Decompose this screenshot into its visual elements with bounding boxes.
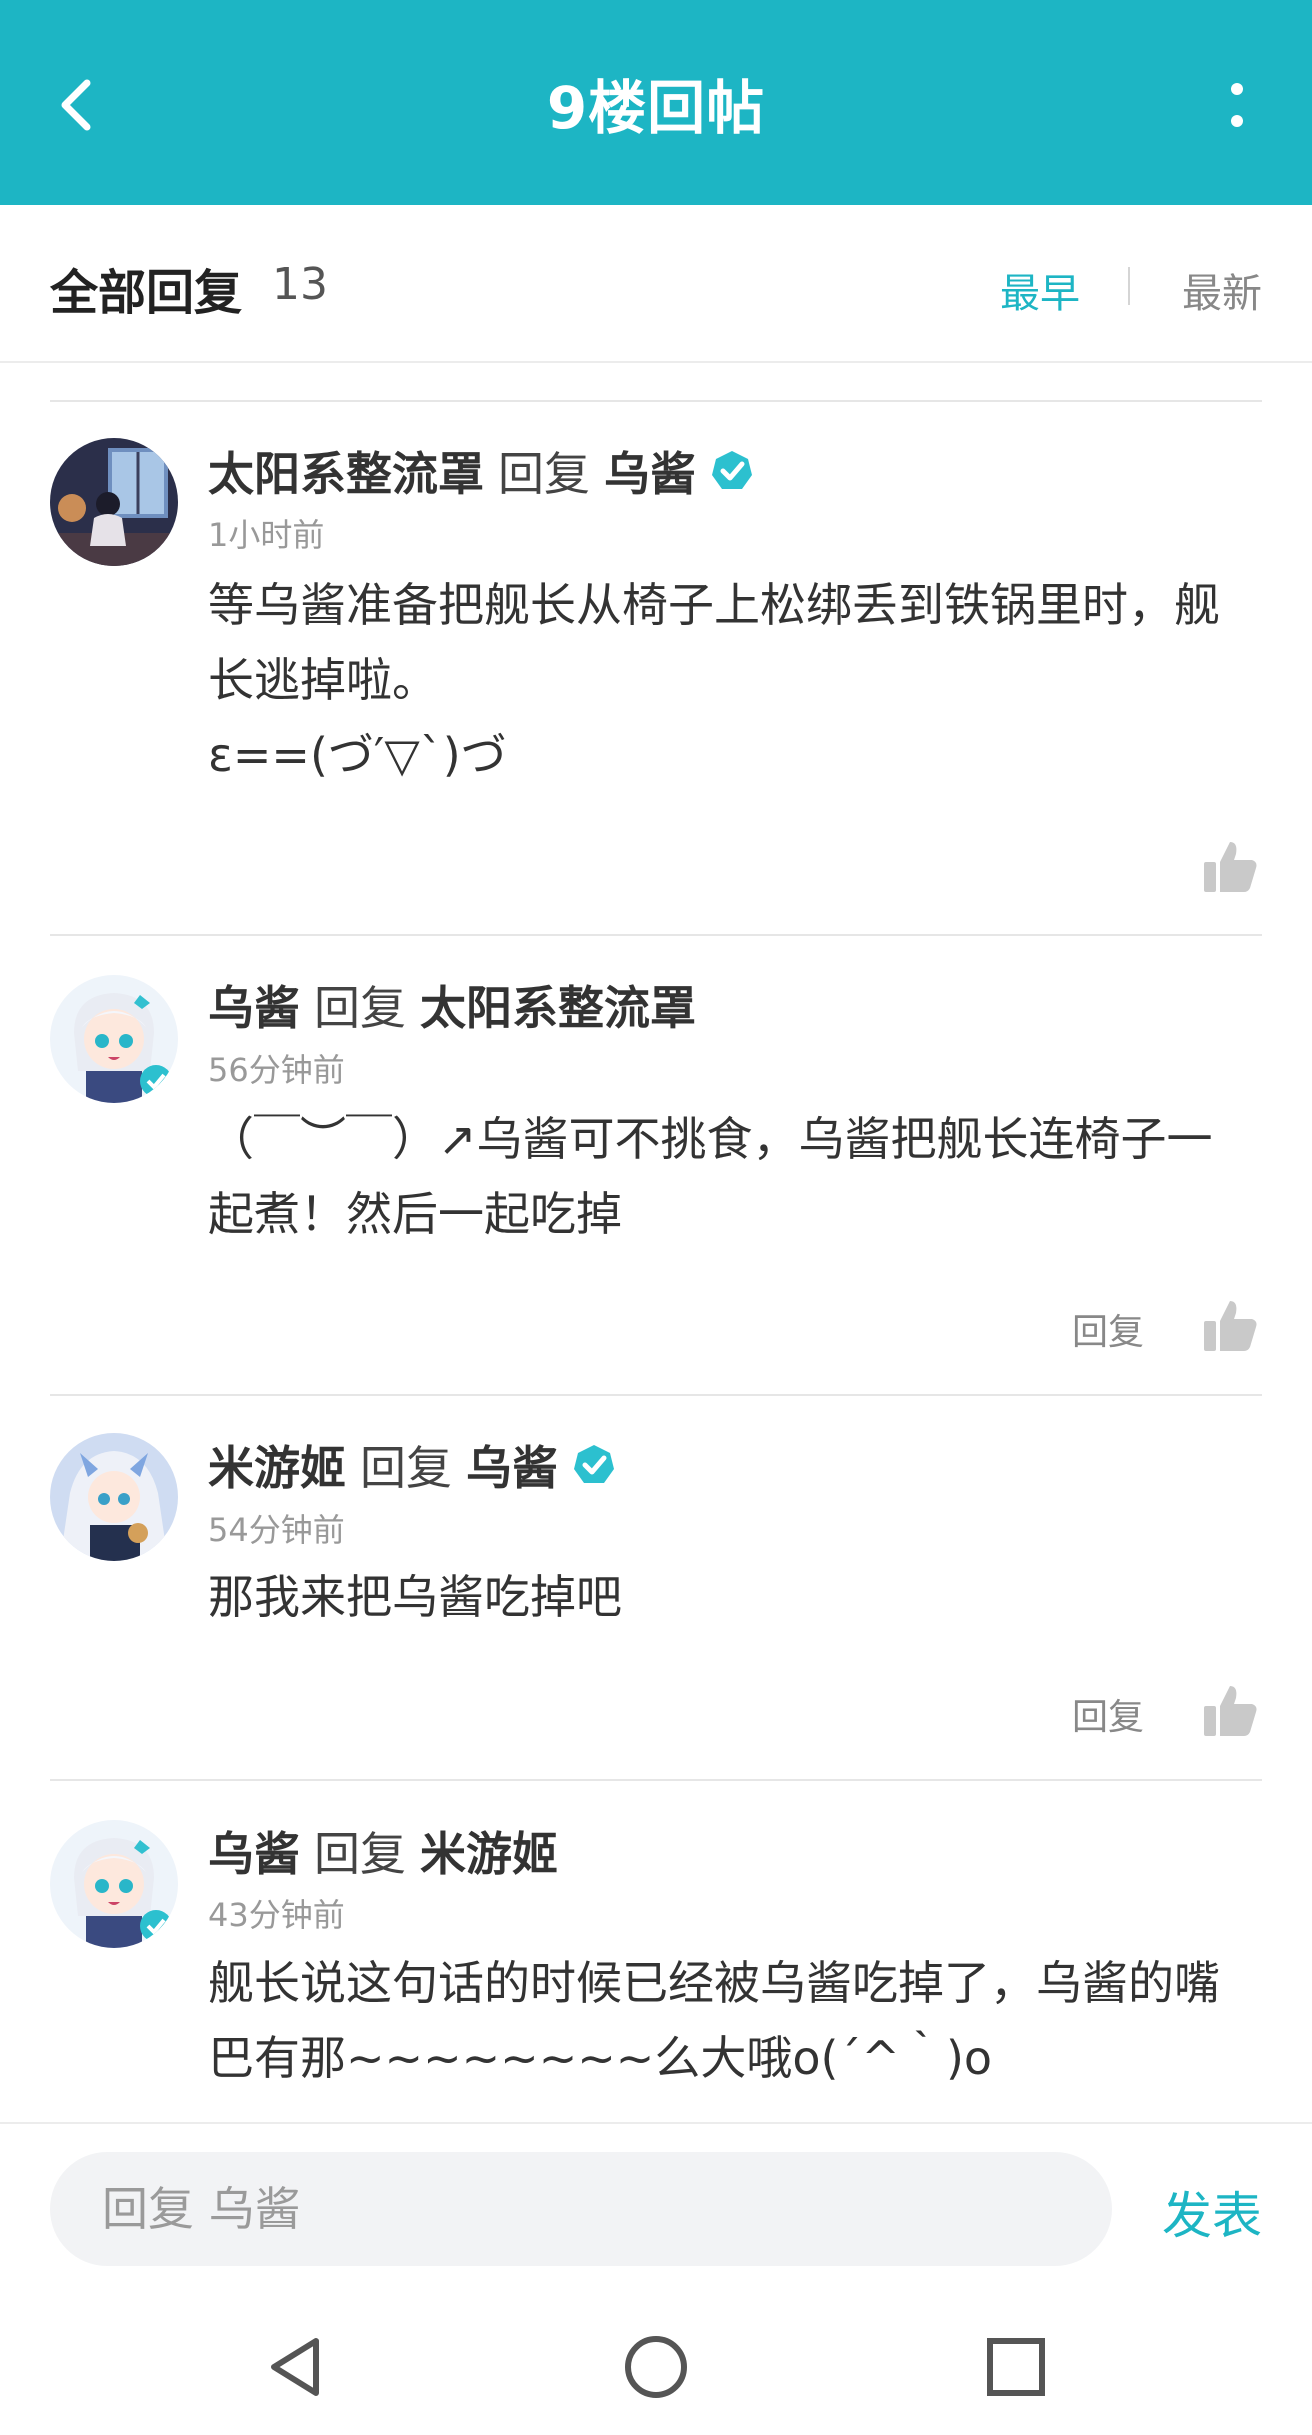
all-replies-label: 全部回复 [50, 265, 243, 321]
thumb-up-icon [1204, 842, 1257, 892]
reply-input[interactable] [50, 2152, 1112, 2266]
system-nav-bar [0, 2297, 1312, 2435]
comment-line: 等乌酱准备把舰长从椅子上松绑丢到铁锅里时，舰 [208, 578, 1220, 632]
nav-home-button[interactable] [616, 2327, 696, 2407]
reply-button[interactable]: 回复 [1072, 1688, 1144, 1740]
like-button[interactable] [1200, 1295, 1260, 1355]
sort-separator [1128, 267, 1130, 305]
comment-body: 等乌酱准备把舰长从椅子上松绑丢到铁锅里时，舰 长逃掉啦。 ε==(づ′▽`)づ [208, 568, 1248, 793]
reply-count: 13 [272, 259, 328, 310]
more-vertical-icon [1231, 83, 1243, 127]
timestamp: 56分钟前 [208, 1051, 345, 1089]
divider [50, 934, 1262, 936]
reply-header: 全部回复 13 最早 最新 [0, 205, 1312, 363]
reply-word: 回复 [314, 981, 406, 1035]
sort-earliest-tab[interactable]: 最早 [1000, 261, 1080, 319]
comment-line: 起煮！然后一起吃掉 [208, 1187, 622, 1241]
like-button[interactable] [1200, 836, 1260, 896]
username[interactable]: 米游姬 [208, 1432, 346, 1498]
reply-word: 回复 [360, 1441, 452, 1495]
app-bar: 9楼回帖 [0, 0, 1312, 205]
thumb-up-icon [1204, 1686, 1257, 1736]
comment-line: 巴有那~~~~~~~~么大哦o(´^｀)o [208, 2031, 993, 2085]
comment-line: 长逃掉啦。 [208, 653, 438, 707]
avatar[interactable] [50, 975, 178, 1103]
reply-target[interactable]: 太阳系整流罩 [420, 972, 696, 1038]
comment-line: （￣︶￣）↗乌酱可不挑食，乌酱把舰长连椅子一 [208, 1112, 1213, 1166]
back-arrow-icon [61, 79, 91, 131]
more-button[interactable] [1202, 70, 1272, 140]
comment-header: 米游姬 回复 乌酱 [208, 1432, 616, 1498]
sort-latest-tab[interactable]: 最新 [1182, 261, 1262, 319]
reply-target[interactable]: 乌酱 [466, 1432, 558, 1498]
reply-target[interactable]: 乌酱 [604, 438, 696, 504]
comment-line: 舰长说这句话的时候已经被乌酱吃掉了，乌酱的嘴 [208, 1956, 1220, 2010]
username[interactable]: 太阳系整流罩 [208, 438, 484, 504]
reply-word: 回复 [498, 447, 590, 501]
divider [50, 1779, 1262, 1781]
verified-icon [710, 449, 754, 493]
divider [50, 1394, 1262, 1396]
reply-word: 回复 [314, 1827, 406, 1881]
like-button[interactable] [1200, 1680, 1260, 1740]
back-button[interactable] [40, 70, 110, 140]
timestamp: 1小时前 [208, 516, 325, 554]
nav-back-icon [271, 2338, 319, 2396]
reply-button[interactable]: 回复 [1072, 1303, 1144, 1355]
nav-recents-icon [987, 2338, 1045, 2396]
nav-back-button[interactable] [256, 2327, 336, 2407]
send-button[interactable]: 发表 [1162, 2176, 1262, 2248]
avatar[interactable] [50, 1820, 178, 1948]
avatar[interactable] [50, 438, 178, 566]
username[interactable]: 乌酱 [208, 972, 300, 1038]
timestamp: 43分钟前 [208, 1896, 345, 1934]
thumb-up-icon [1204, 1301, 1257, 1351]
timestamp: 54分钟前 [208, 1511, 345, 1549]
username[interactable]: 乌酱 [208, 1818, 300, 1884]
comment-header: 乌酱 回复 米游姬 [208, 1818, 558, 1884]
nav-home-icon [625, 2336, 687, 2398]
reply-target[interactable]: 米游姬 [420, 1818, 558, 1884]
comment-body: 那我来把乌酱吃掉吧 [208, 1560, 1248, 1635]
avatar[interactable] [50, 1433, 178, 1561]
comment-header: 乌酱 回复 太阳系整流罩 [208, 972, 696, 1038]
comment-line: ε==(づ′▽`)づ [208, 728, 507, 782]
reply-input-bar: 发表 [0, 2122, 1312, 2297]
verified-icon [572, 1443, 616, 1487]
comment-line: 那我来把乌酱吃掉吧 [208, 1570, 622, 1624]
nav-recents-button[interactable] [976, 2327, 1056, 2407]
divider [50, 400, 1262, 402]
comment-body: （￣︶￣）↗乌酱可不挑食，乌酱把舰长连椅子一 起煮！然后一起吃掉 [208, 1102, 1248, 1252]
comment-header: 太阳系整流罩 回复 乌酱 [208, 438, 754, 504]
comment-body: 舰长说这句话的时候已经被乌酱吃掉了，乌酱的嘴 巴有那~~~~~~~~么大哦o(´… [208, 1946, 1248, 2096]
page-title: 9楼回帖 [546, 73, 766, 142]
